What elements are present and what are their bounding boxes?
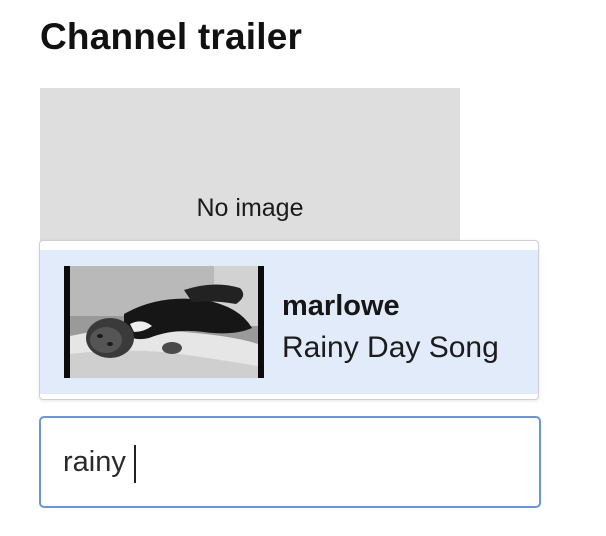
section-title: Channel trailer	[40, 16, 303, 57]
suggestion-video-title: Rainy Day Song	[282, 331, 499, 364]
text-caret	[134, 445, 136, 483]
suggestion-item[interactable]: marlowe Rainy Day Song	[40, 250, 538, 394]
suggestion-text: marlowe Rainy Day Song	[282, 288, 499, 368]
video-thumbnail-image	[64, 266, 264, 378]
trailer-preview-placeholder: No image	[40, 88, 460, 258]
no-image-label: No image	[196, 194, 304, 222]
suggestions-dropdown: marlowe Rainy Day Song	[39, 240, 539, 400]
trailer-search-input[interactable]	[39, 416, 541, 508]
suggestion-channel-name: marlowe	[282, 290, 400, 322]
